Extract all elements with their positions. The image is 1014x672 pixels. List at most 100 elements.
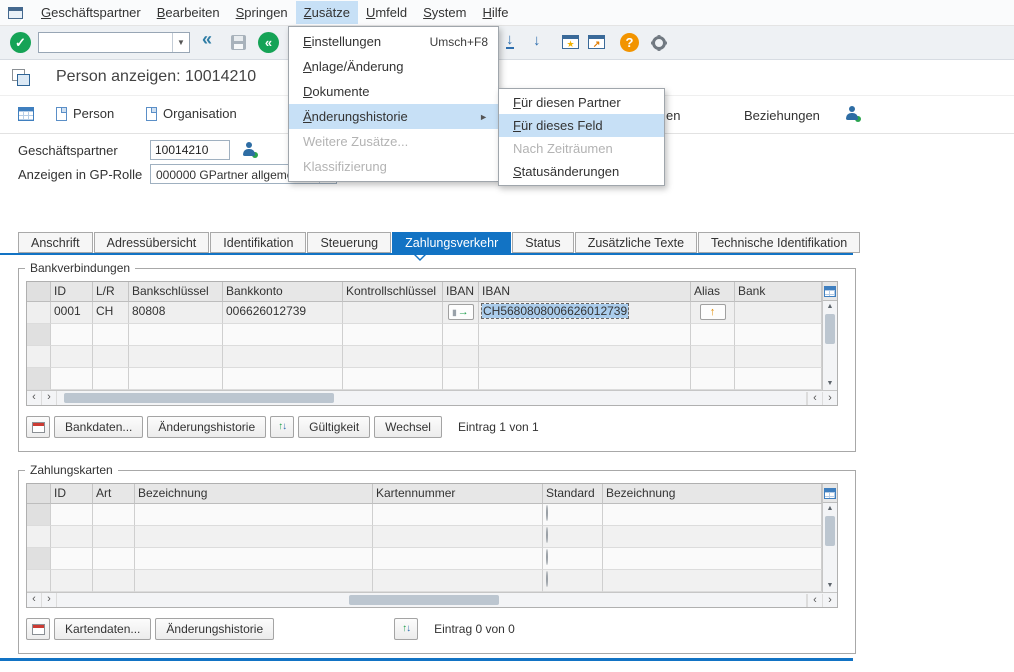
empty-cell[interactable] [51,346,93,368]
page-down-icon[interactable] [506,32,514,49]
alias-button[interactable] [700,304,726,320]
tab-steuerung[interactable]: Steuerung [307,232,391,253]
bank-empty-row[interactable] [27,346,822,368]
cards-aenderungshistorie-button[interactable]: Änderungshistorie [155,618,274,640]
submenu-item-fuer-diesen-partner[interactable]: Für diesen Partner [499,91,664,114]
empty-cell[interactable] [373,570,543,592]
empty-cell[interactable] [135,526,373,548]
bank-table-row[interactable]: 0001 CH 80808 006626012739 CH56808080066… [27,302,822,324]
standard-radio[interactable] [546,549,548,565]
empty-cell[interactable] [51,570,93,592]
help-icon[interactable] [620,33,639,52]
menu-geschaeftspartner[interactable]: Geschäftspartner [33,1,149,24]
empty-cell[interactable] [93,504,135,526]
empty-cell[interactable] [603,548,822,570]
iban-transfer-button[interactable] [448,304,474,320]
empty-cell[interactable] [603,526,822,548]
scroll-left-icon[interactable] [27,391,42,405]
empty-cell[interactable] [735,324,822,346]
empty-cell[interactable] [93,570,135,592]
cell-iban[interactable]: CH5680808006626012739 [479,302,691,324]
row-selector-cell[interactable] [27,526,51,548]
empty-cell[interactable] [93,548,135,570]
tab-zahlungsverkehr[interactable]: Zahlungsverkehr [392,232,511,253]
menu-hilfe[interactable]: Hilfe [474,1,516,24]
empty-cell[interactable] [135,504,373,526]
empty-cell[interactable] [93,324,129,346]
empty-cell[interactable] [51,368,93,390]
table-settings-icon[interactable] [823,282,837,301]
empty-cell[interactable] [443,324,479,346]
scroll-up-icon[interactable] [823,301,837,313]
bp-type-organisation-button[interactable]: Organisation [140,103,243,124]
standard-radio[interactable] [546,571,548,587]
empty-cell[interactable] [373,504,543,526]
scroll-right-icon[interactable] [42,391,57,405]
horizontal-scroll-track[interactable] [57,391,806,405]
command-input[interactable] [39,33,171,52]
bankdaten-button[interactable]: Bankdaten... [54,416,143,438]
scroll-right-icon[interactable] [822,392,837,405]
menu-springen[interactable]: Springen [228,1,296,24]
table-settings-icon[interactable] [823,484,837,503]
cell-bankschluessel[interactable]: 80808 [129,302,223,324]
empty-cell[interactable] [51,548,93,570]
tab-adressuebersicht[interactable]: Adressübersicht [94,232,210,253]
row-selector-cell[interactable] [27,302,51,324]
overlapping-windows-icon[interactable] [12,69,30,85]
empty-cell[interactable] [443,368,479,390]
back-icon[interactable] [202,29,212,50]
wechsel-button[interactable]: Wechsel [374,416,442,438]
col-bankkonto[interactable]: Bankkonto [223,282,343,302]
scroll-up-icon[interactable] [823,503,837,515]
partner-number-field[interactable] [150,140,230,160]
cards-vertical-scrollbar[interactable] [822,484,837,592]
scroll-right-icon[interactable] [42,593,57,607]
scroll-down-icon[interactable] [823,580,837,592]
row-selector-cell[interactable] [27,570,51,592]
cards-empty-row[interactable] [27,526,822,548]
command-field[interactable] [38,32,190,53]
empty-cell[interactable] [223,324,343,346]
bank-empty-row[interactable] [27,368,822,390]
command-dropdown-icon[interactable] [172,33,189,52]
col-standard[interactable]: Standard [543,484,603,504]
cards-empty-row[interactable] [27,570,822,592]
scroll-left-icon[interactable] [807,594,822,607]
vertical-scroll-thumb[interactable] [825,314,835,344]
menu-bearbeiten[interactable]: Bearbeiten [149,1,228,24]
cell-id[interactable]: 0001 [51,302,93,324]
insert-row-button[interactable] [26,416,50,438]
cell-lr[interactable]: CH [93,302,129,324]
bank-aenderungshistorie-button[interactable]: Änderungshistorie [147,416,266,438]
empty-cell[interactable] [603,504,822,526]
save-icon[interactable] [231,35,246,50]
empty-cell[interactable] [223,368,343,390]
col-id[interactable]: ID [51,282,93,302]
menu-umfeld[interactable]: Umfeld [358,1,415,24]
col-alias[interactable]: Alias [691,282,735,302]
empty-cell[interactable] [479,346,691,368]
standard-radio[interactable] [546,505,548,521]
empty-cell[interactable] [51,324,93,346]
empty-cell[interactable] [443,346,479,368]
cell-kontrollschluessel[interactable] [343,302,443,324]
submenu-item-fuer-dieses-feld[interactable]: Für dieses Feld [499,114,664,137]
bank-vertical-scrollbar[interactable] [822,282,837,390]
scroll-right-icon[interactable] [822,594,837,607]
enter-icon[interactable] [10,32,31,53]
partner-person-icon[interactable] [242,142,255,157]
cards-horizontal-scrollbar[interactable] [27,592,837,607]
sort-toggle-button[interactable]: ↑↓ [394,618,418,640]
cell-bankkonto[interactable]: 006626012739 [223,302,343,324]
empty-cell[interactable] [129,324,223,346]
empty-cell[interactable] [691,346,735,368]
cell-bank[interactable] [735,302,822,324]
tab-technische-identifikation[interactable]: Technische Identifikation [698,232,860,253]
empty-cell[interactable] [135,570,373,592]
row-selector-cell[interactable] [27,324,51,346]
tab-status[interactable]: Status [512,232,573,253]
tab-zusaetzliche-texte[interactable]: Zusätzliche Texte [575,232,697,253]
relationships-person-icon[interactable] [845,106,858,121]
empty-cell[interactable] [691,324,735,346]
